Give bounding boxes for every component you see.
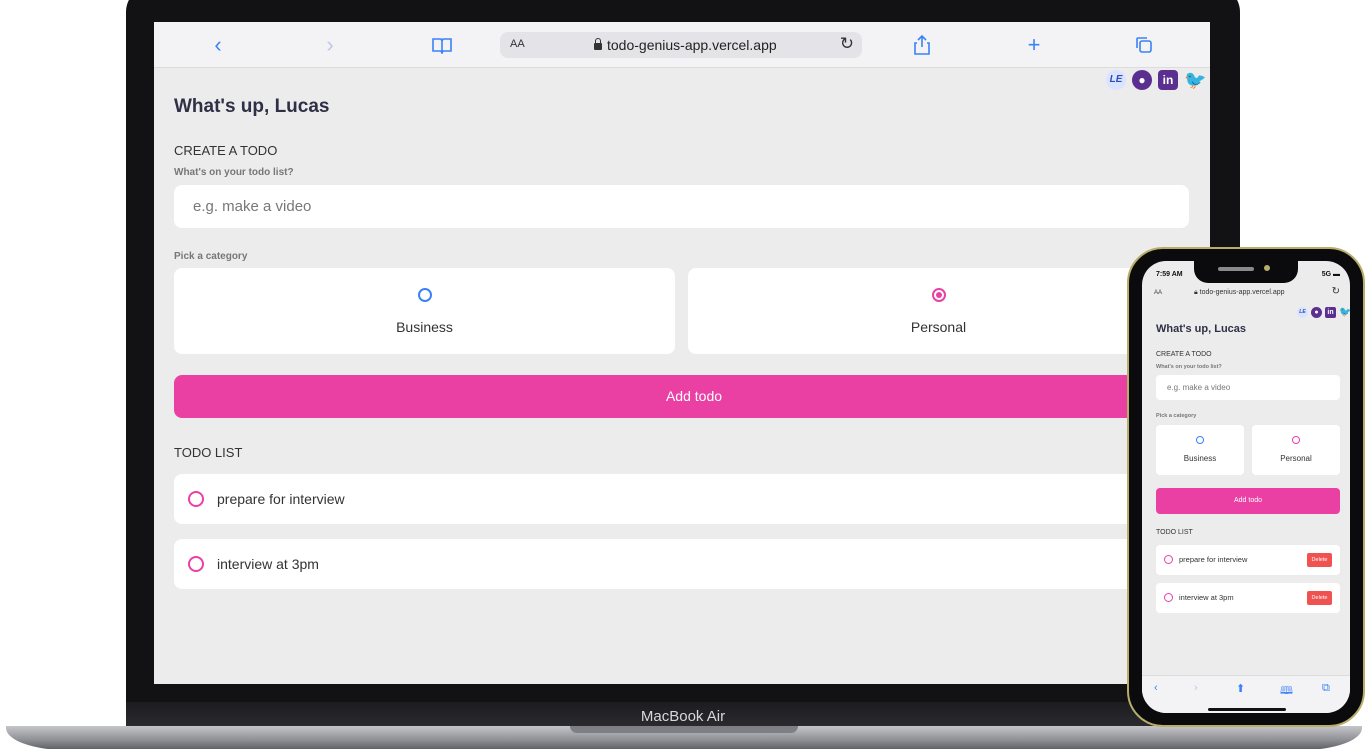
greeting-title: What's up, Lucas	[174, 96, 330, 117]
category-label: Pick a category	[1156, 413, 1197, 419]
le-logo-icon[interactable]: LE	[1297, 307, 1308, 318]
category-personal-card[interactable]: Personal	[688, 268, 1189, 354]
todo-text[interactable]: interview at 3pm	[217, 556, 319, 572]
address-bar[interactable]: AA todo-genius-app.vercel.app ↻	[500, 32, 862, 58]
todo-item: interview at 3pm	[174, 539, 1210, 589]
text-size-button[interactable]: AA	[1154, 290, 1162, 296]
browser-toolbar: ‹ › AA todo-genius-app.vercel.app ↻ +	[154, 22, 1210, 68]
share-icon[interactable]: ⬆︎	[1236, 682, 1245, 695]
github-icon[interactable]: ●	[1132, 70, 1152, 90]
todo-input[interactable]: e.g. make a video	[1156, 375, 1340, 400]
laptop-model-label: MacBook Air	[640, 708, 726, 725]
business-label: Business	[396, 319, 453, 335]
phone-screen: 7:59 AM 5G ▬ AA 🔒︎ todo-genius-app.verce…	[1142, 261, 1350, 713]
personal-radio[interactable]	[931, 288, 946, 302]
phone-social-links: LE ● in 🐦	[1297, 307, 1350, 318]
todo-checkbox[interactable]	[188, 556, 204, 572]
todo-checkbox[interactable]	[1164, 555, 1173, 564]
linkedin-icon[interactable]: in	[1158, 70, 1178, 90]
todo-input[interactable]	[174, 185, 1189, 228]
status-time: 7:59 AM	[1156, 271, 1183, 278]
signal-label: 5G	[1321, 271, 1332, 278]
personal-label: Personal	[1280, 454, 1312, 463]
todo-item: prepare for interview	[174, 474, 1210, 524]
linkedin-icon[interactable]: in	[1325, 307, 1336, 318]
laptop-chin: MacBook Air	[126, 702, 1240, 728]
phone-url-value: todo-genius-app.vercel.app	[1199, 289, 1285, 296]
reload-icon[interactable]: ↻	[840, 34, 854, 54]
tabs-overview-icon[interactable]	[1128, 31, 1160, 59]
todo-item: prepare for interview Delete	[1156, 545, 1340, 575]
todo-text[interactable]: interview at 3pm	[1179, 593, 1234, 602]
bookmarks-icon[interactable]	[426, 31, 458, 59]
forward-icon[interactable]: ›	[314, 31, 346, 59]
laptop-base-notch	[570, 726, 798, 733]
le-logo-icon[interactable]: LE	[1106, 70, 1126, 90]
laptop-screen: ‹ › AA todo-genius-app.vercel.app ↻ + LE…	[154, 22, 1210, 684]
speaker-bar	[1218, 267, 1254, 271]
greeting-title: What's up, Lucas	[1156, 323, 1247, 335]
phone-frame: 7:59 AM 5G ▬ AA 🔒︎ todo-genius-app.verce…	[1127, 247, 1365, 727]
delete-button[interactable]: Delete	[1307, 591, 1332, 605]
todo-text[interactable]: prepare for interview	[1179, 555, 1247, 564]
back-icon[interactable]: ‹	[202, 31, 234, 59]
url-value: todo-genius-app.vercel.app	[607, 37, 777, 53]
category-label: Pick a category	[174, 251, 248, 262]
new-tab-icon[interactable]: +	[1018, 31, 1050, 59]
reload-icon[interactable]: ↻	[1332, 286, 1340, 297]
todo-input-label: What's on your todo list?	[1156, 364, 1222, 370]
todo-list-heading: TODO LIST	[1156, 529, 1193, 536]
social-links: LE ● in 🐦	[1106, 70, 1206, 90]
back-icon[interactable]: ‹	[1154, 682, 1158, 694]
status-signal: 5G ▬	[1321, 271, 1340, 278]
bookmarks-icon[interactable]: 🕮︎	[1280, 682, 1293, 701]
add-todo-button[interactable]: Add todo	[174, 375, 1210, 418]
todo-text[interactable]: prepare for interview	[217, 491, 345, 507]
category-business-card[interactable]: Business	[1156, 425, 1244, 475]
device-mockup-stage: ‹ › AA todo-genius-app.vercel.app ↻ + LE…	[0, 0, 1368, 749]
home-indicator	[1208, 708, 1286, 711]
url-text: todo-genius-app.vercel.app	[594, 37, 777, 53]
personal-label: Personal	[910, 319, 967, 335]
forward-icon[interactable]: ›	[1194, 682, 1198, 694]
create-todo-heading: CREATE A TODO	[1156, 351, 1212, 358]
text-size-button[interactable]: AA	[510, 38, 525, 50]
share-icon[interactable]	[906, 31, 938, 59]
add-todo-button[interactable]: Add todo	[1156, 488, 1340, 514]
twitter-icon[interactable]: 🐦	[1184, 70, 1206, 90]
category-personal-card[interactable]: Personal	[1252, 425, 1340, 475]
business-label: Business	[1183, 454, 1217, 463]
twitter-icon[interactable]: 🐦	[1339, 307, 1350, 318]
todo-checkbox[interactable]	[188, 491, 204, 507]
todo-input-label: What's on your todo list?	[174, 167, 294, 178]
front-camera	[1264, 265, 1270, 271]
category-business-card[interactable]: Business	[174, 268, 675, 354]
lock-icon	[594, 38, 602, 50]
todo-checkbox[interactable]	[1164, 593, 1173, 602]
personal-radio[interactable]	[1292, 436, 1300, 444]
phone-notch	[1194, 261, 1298, 283]
tabs-overview-icon[interactable]: ⧉	[1322, 682, 1330, 695]
create-todo-heading: CREATE A TODO	[174, 143, 278, 158]
phone-url[interactable]: 🔒︎ todo-genius-app.vercel.app	[1194, 289, 1285, 297]
business-radio[interactable]	[417, 288, 432, 302]
github-icon[interactable]: ●	[1311, 307, 1322, 318]
delete-button[interactable]: Delete	[1307, 553, 1332, 567]
todo-list-heading: TODO LIST	[174, 445, 243, 460]
business-radio[interactable]	[1196, 436, 1204, 444]
todo-item: interview at 3pm Delete	[1156, 583, 1340, 613]
